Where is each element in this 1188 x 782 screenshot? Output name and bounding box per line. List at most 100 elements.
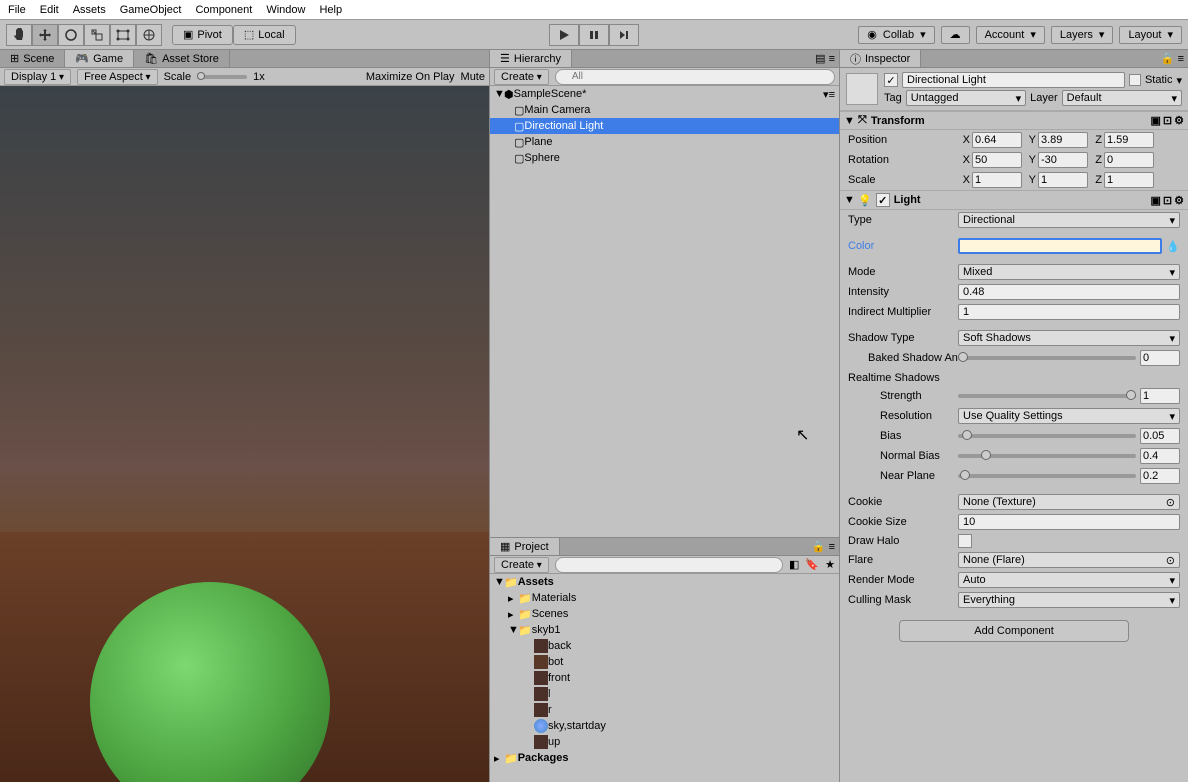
hand-tool[interactable]	[6, 24, 32, 46]
skyb-l[interactable]: l	[490, 686, 839, 702]
layers-dropdown[interactable]: Layers▾	[1051, 26, 1114, 44]
menu-help[interactable]: Help	[319, 4, 342, 16]
shadow-type-dropdown[interactable]: Soft Shadows▾	[958, 330, 1180, 346]
hierarchy-directional-light[interactable]: ▢Directional Light	[490, 118, 839, 134]
scale-slider[interactable]	[197, 75, 247, 79]
transform-header[interactable]: ▼⤧Transform ▣⊡⚙	[840, 111, 1188, 130]
aspect-dropdown[interactable]: Free Aspect ▾	[77, 69, 158, 85]
cookie-field[interactable]: None (Texture)⊙	[958, 494, 1180, 510]
light-color-swatch[interactable]	[958, 238, 1162, 254]
hierarchy-search[interactable]	[555, 69, 835, 85]
project-options-icon[interactable]: 🔒 ≡	[808, 538, 839, 555]
rot-x[interactable]	[972, 152, 1022, 168]
transform-tool[interactable]	[136, 24, 162, 46]
gear-icon[interactable]: ⚙	[1174, 194, 1184, 207]
flare-field[interactable]: None (Flare)⊙	[958, 552, 1180, 568]
pos-y[interactable]	[1038, 132, 1088, 148]
menu-window[interactable]: Window	[266, 4, 305, 16]
tag-dropdown[interactable]: Untagged▾	[906, 90, 1026, 106]
culling-dropdown[interactable]: Everything▾	[958, 592, 1180, 608]
tab-asset-store[interactable]: 🛍Asset Store	[134, 50, 230, 67]
object-name-field[interactable]	[902, 72, 1125, 88]
cookie-size-field[interactable]	[958, 514, 1180, 530]
skyb1-folder[interactable]: ▼📁skyb1	[490, 622, 839, 638]
object-thumbnail[interactable]	[846, 73, 878, 105]
baked-angle-field[interactable]	[1140, 350, 1180, 366]
scale-tool[interactable]	[84, 24, 110, 46]
indirect-field[interactable]	[958, 304, 1180, 320]
bias-field[interactable]	[1140, 428, 1180, 444]
tab-hierarchy[interactable]: ☰Hierarchy	[490, 50, 572, 67]
normal-bias-field[interactable]	[1140, 448, 1180, 464]
help-icon[interactable]: ▣	[1151, 194, 1161, 207]
move-tool[interactable]	[32, 24, 58, 46]
tab-inspector[interactable]: ⓘInspector	[840, 50, 921, 67]
scene-row[interactable]: ▼⬢SampleScene*▾≡	[490, 86, 839, 102]
hierarchy-create-dropdown[interactable]: Create ▾	[494, 69, 549, 85]
skyb-front[interactable]: front	[490, 670, 839, 686]
preset-icon[interactable]: ⊡	[1163, 114, 1172, 127]
rect-tool[interactable]	[110, 24, 136, 46]
star-icon[interactable]: ★	[825, 558, 835, 571]
mute-toggle[interactable]: Mute	[461, 71, 485, 83]
menu-component[interactable]: Component	[195, 4, 252, 16]
tab-scene[interactable]: ⊞Scene	[0, 50, 65, 67]
pos-z[interactable]	[1104, 132, 1154, 148]
label-icon[interactable]: 🔖	[805, 558, 819, 571]
active-checkbox[interactable]: ✓	[884, 73, 898, 87]
menu-assets[interactable]: Assets	[73, 4, 106, 16]
tab-project[interactable]: ▦Project	[490, 538, 560, 555]
pos-x[interactable]	[972, 132, 1022, 148]
near-plane-field[interactable]	[1140, 468, 1180, 484]
display-dropdown[interactable]: Display 1 ▾	[4, 69, 71, 85]
mode-dropdown[interactable]: Mixed▾	[958, 264, 1180, 280]
project-search[interactable]	[555, 557, 783, 573]
packages-folder[interactable]: ▸📁Packages	[490, 750, 839, 766]
filter-icon[interactable]: ◧	[789, 558, 799, 571]
menu-file[interactable]: File	[8, 4, 26, 16]
rot-z[interactable]	[1104, 152, 1154, 168]
rot-y[interactable]	[1038, 152, 1088, 168]
hierarchy-main-camera[interactable]: ▢Main Camera	[490, 102, 839, 118]
strength-field[interactable]	[1140, 388, 1180, 404]
tab-game[interactable]: 🎮Game	[65, 50, 134, 67]
normal-bias-slider[interactable]	[958, 454, 1136, 458]
maximize-toggle[interactable]: Maximize On Play	[366, 71, 455, 83]
bias-slider[interactable]	[958, 434, 1136, 438]
materials-folder[interactable]: ▸📁Materials	[490, 590, 839, 606]
near-plane-slider[interactable]	[958, 474, 1136, 478]
layout-dropdown[interactable]: Layout▾	[1119, 26, 1182, 44]
account-dropdown[interactable]: Account▾	[976, 26, 1045, 44]
scene-menu-icon[interactable]: ▾≡	[823, 88, 839, 101]
rotate-tool[interactable]	[58, 24, 84, 46]
gear-icon[interactable]: ⚙	[1174, 114, 1184, 127]
skyb-back[interactable]: back	[490, 638, 839, 654]
draw-halo-checkbox[interactable]	[958, 534, 972, 548]
layer-dropdown[interactable]: Default▾	[1062, 90, 1182, 106]
menu-edit[interactable]: Edit	[40, 4, 59, 16]
pause-button[interactable]	[579, 24, 609, 46]
preset-icon[interactable]: ⊡	[1163, 194, 1172, 207]
hierarchy-plane[interactable]: ▢Plane	[490, 134, 839, 150]
strength-slider[interactable]	[958, 394, 1136, 398]
help-icon[interactable]: ▣	[1151, 114, 1161, 127]
static-checkbox[interactable]	[1129, 74, 1141, 86]
play-button[interactable]	[549, 24, 579, 46]
skyb-r[interactable]: r	[490, 702, 839, 718]
local-toggle[interactable]: ⬚Local	[233, 25, 296, 45]
light-enabled-checkbox[interactable]: ✓	[876, 193, 890, 207]
scl-y[interactable]	[1038, 172, 1088, 188]
pivot-toggle[interactable]: ▣Pivot	[172, 25, 233, 45]
add-component-button[interactable]: Add Component	[899, 620, 1129, 642]
skyb-sky[interactable]: sky,startday	[490, 718, 839, 734]
assets-folder[interactable]: ▼📁Assets	[490, 574, 839, 590]
scl-z[interactable]	[1104, 172, 1154, 188]
resolution-dropdown[interactable]: Use Quality Settings▾	[958, 408, 1180, 424]
skyb-up[interactable]: up	[490, 734, 839, 750]
render-mode-dropdown[interactable]: Auto▾	[958, 572, 1180, 588]
intensity-field[interactable]	[958, 284, 1180, 300]
hierarchy-options-icon[interactable]: ▤ ≡	[811, 50, 839, 67]
skyb-bot[interactable]: bot	[490, 654, 839, 670]
hierarchy-sphere[interactable]: ▢Sphere	[490, 150, 839, 166]
menu-gameobject[interactable]: GameObject	[120, 4, 182, 16]
